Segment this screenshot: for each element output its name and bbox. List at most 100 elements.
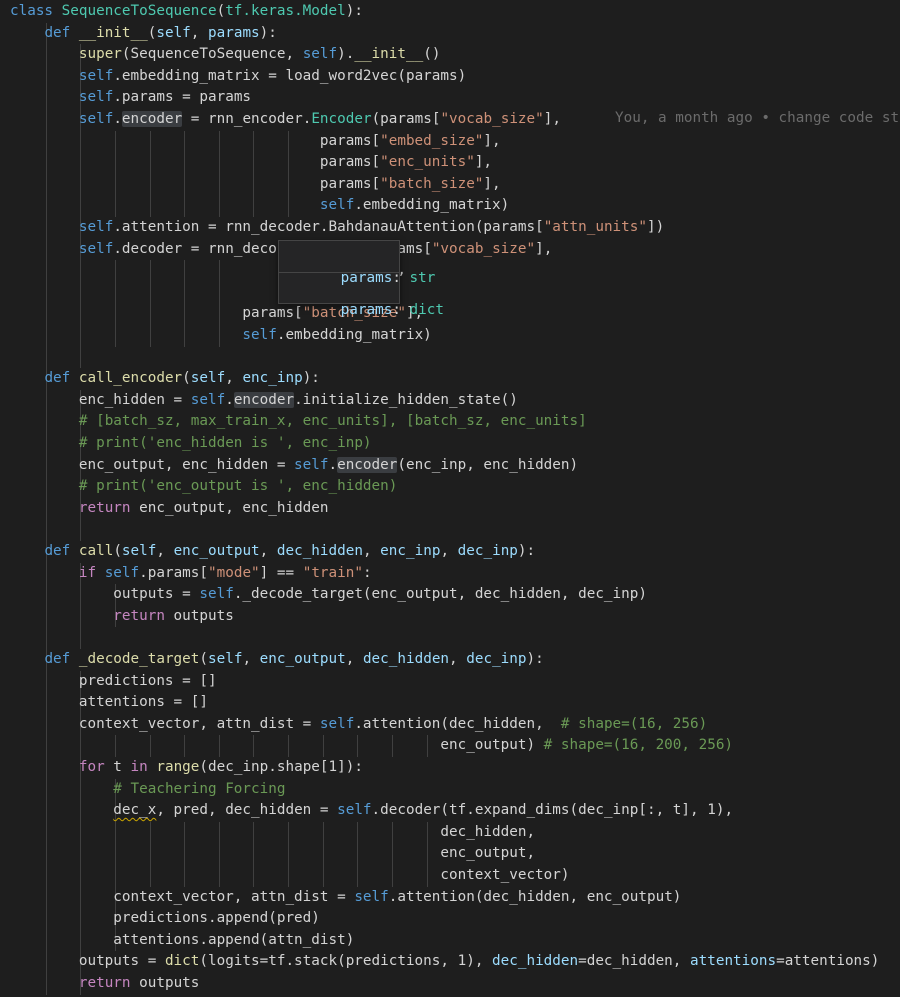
code-token: self bbox=[199, 586, 234, 603]
code-token: ]) bbox=[646, 219, 665, 235]
code-line[interactable]: context_vector, attn_dist = self.attenti… bbox=[10, 714, 707, 736]
code-token: .embedding_matrix) bbox=[354, 197, 510, 214]
code-line[interactable]: # print('enc_output is ', enc_hidden) bbox=[10, 476, 397, 498]
code-token: # Teachering Forcing bbox=[113, 780, 286, 797]
git-blame-annotation: You, a month ago • change code st bbox=[615, 110, 900, 126]
code-token: for bbox=[78, 759, 105, 775]
code-token: self bbox=[354, 888, 389, 905]
code-token: context_vector, attn_dist = bbox=[10, 715, 320, 732]
code-token: =dec_hidden, bbox=[578, 953, 691, 970]
code-line[interactable]: self.encoder = rnn_encoder.Encoder(param… bbox=[10, 109, 561, 131]
code-line[interactable]: self.embedding_matrix) bbox=[10, 325, 431, 347]
code-line[interactable]: for t in range(dec_inp.shape[1]): bbox=[10, 757, 363, 779]
code-token: () bbox=[423, 46, 441, 63]
code-token: def bbox=[44, 24, 71, 41]
code-line[interactable]: def call(self, enc_output, dec_hidden, e… bbox=[10, 541, 535, 563]
code-token: dec_hidden bbox=[492, 953, 579, 970]
code-line[interactable]: return outputs bbox=[10, 606, 234, 628]
code-token: .params[ bbox=[139, 564, 209, 581]
code-line[interactable]: enc_output, enc_hidden = self.encoder(en… bbox=[10, 455, 578, 477]
code-line[interactable]: params["batch_size"], bbox=[10, 174, 501, 196]
code-token: enc_output bbox=[173, 543, 260, 559]
code-token: self bbox=[121, 543, 157, 559]
code-token: , pred, dec_hidden = bbox=[156, 802, 338, 819]
code-line[interactable]: self.embedding_matrix = load_word2vec(pa… bbox=[10, 66, 466, 88]
code-line[interactable]: predictions = [] bbox=[10, 671, 217, 693]
code-token: , bbox=[156, 543, 174, 559]
code-editor[interactable]: class SequenceToSequence(tf.keras.Model)… bbox=[0, 0, 900, 997]
code-token: self bbox=[78, 111, 114, 127]
code-line[interactable]: class SequenceToSequence(tf.keras.Model)… bbox=[10, 1, 363, 23]
code-token: "mode" bbox=[208, 564, 260, 581]
code-token: ( bbox=[121, 46, 131, 63]
code-token: _decode_target bbox=[78, 651, 200, 667]
tooltip-param-type: dict bbox=[409, 302, 444, 318]
code-line[interactable]: predictions.append(pred) bbox=[10, 908, 320, 930]
code-token: # print('enc_hidden is ', enc_inp) bbox=[78, 435, 372, 451]
code-token: tf.keras.Model bbox=[225, 3, 346, 19]
code-line[interactable]: attentions = [] bbox=[10, 692, 208, 714]
code-token: (logits=tf.stack(predictions, 1), bbox=[199, 953, 493, 970]
code-line[interactable]: # Teachering Forcing bbox=[10, 779, 285, 801]
code-token: enc_output bbox=[259, 651, 346, 667]
code-token: ( bbox=[216, 3, 226, 19]
code-token: attentions = [] bbox=[10, 694, 208, 711]
code-line[interactable]: params["embed_size"], bbox=[10, 131, 501, 153]
code-token: def bbox=[44, 651, 71, 667]
code-token: params[ bbox=[10, 175, 381, 192]
code-line[interactable]: enc_output) # shape=(16, 200, 256) bbox=[10, 735, 733, 757]
code-line[interactable]: super(SequenceToSequence, self).__init__… bbox=[10, 44, 441, 66]
code-line[interactable]: return outputs bbox=[10, 973, 200, 995]
code-token: , bbox=[449, 651, 467, 667]
code-line[interactable]: return enc_output, enc_hidden bbox=[10, 498, 329, 520]
code-line[interactable]: # print('enc_hidden is ', enc_inp) bbox=[10, 433, 372, 455]
code-token: enc_output, enc_hidden bbox=[130, 499, 329, 516]
code-line[interactable]: enc_hidden = self.encoder.initialize_hid… bbox=[10, 390, 518, 412]
code-line[interactable]: def __init__(self, params): bbox=[10, 23, 276, 45]
code-line[interactable]: outputs = dict(logits=tf.stack(predictio… bbox=[10, 951, 880, 973]
code-line[interactable]: context_vector, attn_dist = self.attenti… bbox=[10, 887, 681, 909]
code-token: t bbox=[104, 759, 131, 775]
code-line[interactable]: self.params = params bbox=[10, 87, 251, 109]
code-token: self bbox=[208, 651, 243, 667]
code-line[interactable]: # [batch_sz, max_train_x, enc_units], [b… bbox=[10, 411, 587, 433]
code-token: enc_output) bbox=[10, 737, 544, 754]
code-token: self bbox=[319, 197, 355, 214]
code-line[interactable]: if self.params["mode"] == "train": bbox=[10, 563, 372, 585]
code-token: ] == bbox=[259, 564, 303, 581]
code-line[interactable]: attentions.append(attn_dist) bbox=[10, 930, 354, 952]
code-token: params[ bbox=[10, 132, 381, 149]
code-token: , bbox=[285, 46, 303, 63]
code-line[interactable]: dec_hidden, bbox=[10, 822, 535, 844]
code-line[interactable]: enc_output, bbox=[10, 843, 535, 865]
code-token: enc_inp bbox=[242, 370, 303, 387]
code-token: .initialize_hidden_state() bbox=[294, 391, 518, 408]
code-line[interactable]: self.embedding_matrix) bbox=[10, 195, 509, 217]
code-token: ( bbox=[199, 651, 208, 667]
code-token: self bbox=[78, 89, 114, 106]
code-line[interactable]: params["enc_units"], bbox=[10, 152, 492, 174]
code-line[interactable]: dec_x, pred, dec_hidden = self.decoder(t… bbox=[10, 800, 733, 822]
code-line[interactable]: def _decode_target(self, enc_output, dec… bbox=[10, 649, 543, 671]
code-token: ], bbox=[535, 240, 553, 257]
code-token: .attention(dec_hidden, enc_output) bbox=[388, 888, 682, 905]
code-token: "enc_units" bbox=[380, 154, 475, 171]
code-token: self bbox=[78, 219, 114, 235]
code-line[interactable]: context_vector) bbox=[10, 865, 569, 887]
code-token: , bbox=[259, 543, 277, 559]
code-line[interactable]: self.attention = rnn_decoder.BahdanauAtt… bbox=[10, 217, 664, 239]
code-line[interactable]: def call_encoder(self, enc_inp): bbox=[10, 368, 319, 390]
code-token: params[ bbox=[10, 305, 303, 322]
code-line[interactable]: outputs = self._decode_target(enc_output… bbox=[10, 584, 647, 606]
code-token: return bbox=[113, 607, 165, 624]
